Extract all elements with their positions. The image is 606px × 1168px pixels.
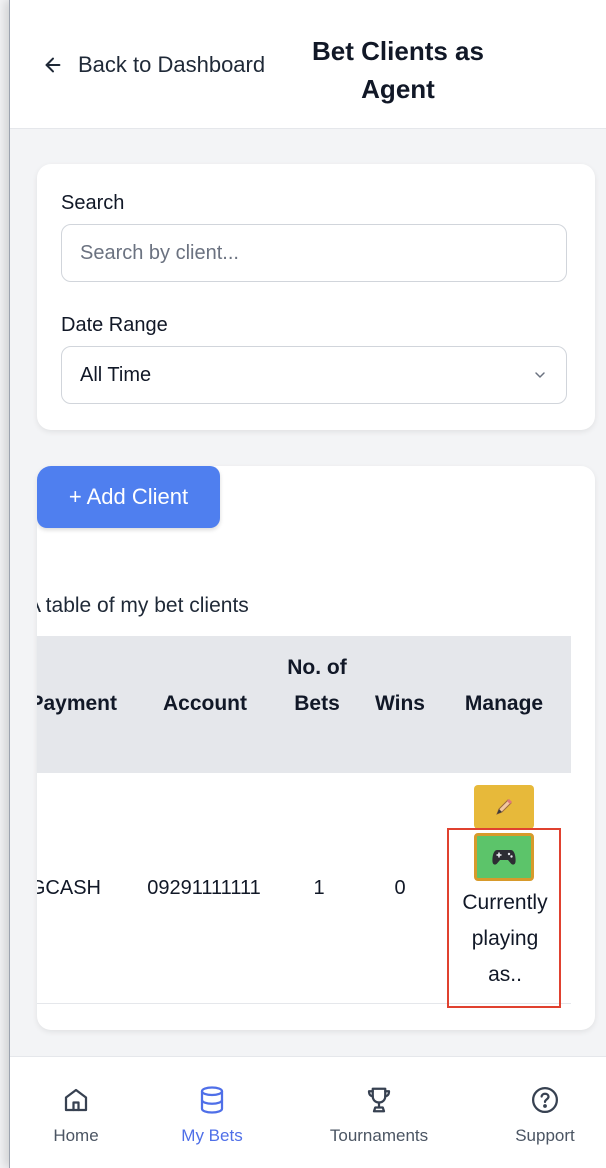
table-caption: A table of my bet clients — [37, 594, 249, 617]
clients-card: + Add Client A table of my bet clients P… — [37, 466, 595, 1030]
date-range-label: Date Range — [61, 314, 168, 336]
trophy-icon — [367, 1087, 391, 1113]
home-icon — [64, 1088, 88, 1112]
cell-wins: 0 — [394, 877, 406, 899]
nav-label-home: Home — [53, 1126, 99, 1145]
column-account: Account — [163, 692, 247, 715]
nav-item-support[interactable]: Support — [480, 1085, 606, 1146]
column-manage: Manage — [464, 692, 544, 715]
column-bets: No. of Bets — [287, 656, 347, 715]
page-title: Bet Clients as Agent — [312, 36, 484, 104]
nav-label-support: Support — [515, 1126, 575, 1145]
pencil-icon — [496, 798, 513, 815]
nav-item-my-bets[interactable]: My Bets — [147, 1085, 277, 1146]
add-client-button[interactable]: + Add Client — [37, 466, 220, 528]
nav-label-my-bets: My Bets — [181, 1126, 243, 1145]
gamepad-icon — [492, 850, 516, 865]
cell-account: 09291111111 — [147, 877, 261, 899]
help-circle-icon — [532, 1087, 558, 1113]
nav-label-tournaments: Tournaments — [329, 1126, 429, 1145]
date-range-select[interactable]: All Time — [61, 346, 567, 404]
table-row: GCASH 09291111111 1 0 C — [37, 773, 571, 1008]
bottom-nav: Home My Bets Tournaments Support — [10, 1056, 606, 1168]
chevron-down-icon — [535, 372, 545, 378]
filters-card: Search Date Range All Time — [37, 164, 595, 430]
back-to-dashboard-link[interactable]: Back to Dashboard — [42, 52, 265, 78]
top-header: Back to Dashboard Bet Clients as Agent — [10, 0, 606, 129]
date-range-value: All Time — [80, 363, 152, 386]
table-header: Payment Account No. of Bets Wins Manage — [37, 636, 571, 773]
play-as-client-button[interactable] — [474, 833, 534, 881]
arrow-left-icon — [45, 57, 61, 73]
database-icon — [200, 1086, 224, 1114]
cell-payment: GCASH — [37, 877, 101, 899]
edit-client-button[interactable] — [474, 785, 534, 829]
search-label: Search — [61, 192, 125, 214]
back-label: Back to Dashboard — [78, 52, 266, 77]
column-wins: Wins — [375, 692, 425, 715]
nav-item-tournaments[interactable]: Tournaments — [314, 1085, 444, 1146]
nav-item-home[interactable]: Home — [11, 1085, 141, 1146]
cell-bets: 1 — [313, 877, 325, 899]
playing-status-text: Currently playing as.. — [462, 891, 548, 986]
app-frame: Back to Dashboard Bet Clients as Agent S… — [9, 0, 606, 1168]
column-payment: Payment — [37, 692, 117, 715]
search-input[interactable] — [61, 224, 567, 282]
